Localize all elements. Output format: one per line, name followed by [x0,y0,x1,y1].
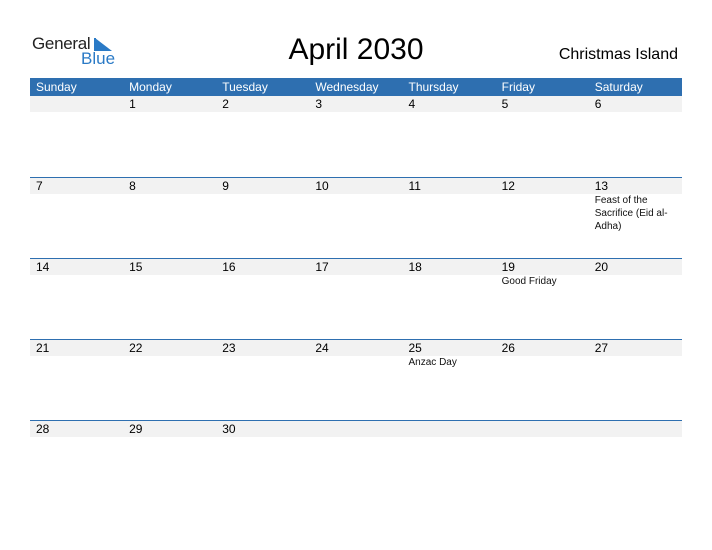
region-label: Christmas Island [558,46,678,63]
day-number: 28 [36,422,50,436]
weekday-friday: Friday [501,80,535,94]
day-number: 6 [594,97,602,111]
holiday-event: Good Friday [501,276,557,287]
week-row: 7 8 9 10 11 12 13 Feast of the Sacrifice (Eid a… [30,177,682,258]
day-number: 16 [222,260,236,274]
weekday-sunday: Sunday [36,80,77,94]
day-number: 13 [594,179,609,193]
holiday-event [309,194,402,233]
day-number: 18 [408,260,422,274]
holiday-event: Anzac Day [408,357,457,368]
week-row: 28 29 30 [30,420,682,501]
date-strip: 14 15 16 17 18 19 20 [30,259,682,275]
holiday-event [496,356,589,369]
weekday-monday: Monday [129,80,172,94]
holiday-event [30,194,123,233]
weekday-thursday: Thursday [408,80,459,94]
day-number: 10 [315,179,329,193]
holiday-event [403,194,496,233]
day-number: 15 [129,260,143,274]
day-number [309,421,402,437]
day-number: 20 [594,260,609,274]
weekday-wednesday: Wednesday [315,80,379,94]
day-number: 26 [501,341,515,355]
day-number [30,96,123,112]
holiday-event [309,275,402,288]
events-row: Anzac Day [30,356,682,369]
date-strip: 7 8 9 10 11 12 13 [30,178,682,194]
holiday-event [30,356,123,369]
holiday-event [216,194,309,233]
day-number: 3 [315,97,323,111]
holiday-event [216,275,309,288]
day-number: 1 [129,97,136,111]
day-number: 9 [222,179,229,193]
date-strip: 21 22 23 24 25 26 27 [30,340,682,356]
week-row: 1 2 3 4 5 6 [30,96,682,177]
day-number: 5 [501,97,509,111]
day-number: 12 [501,179,515,193]
holiday-event [403,275,496,288]
weekday-saturday: Saturday [594,80,643,94]
day-number: 7 [36,179,43,193]
holiday-event [123,275,216,288]
week-row: 14 15 16 17 18 19 20 Good Friday [30,258,682,339]
day-number: 30 [222,422,236,436]
week-row: 21 22 23 24 25 26 27 Anzac Day [30,339,682,420]
day-number: 17 [315,260,329,274]
day-number: 4 [408,97,416,111]
day-number: 25 [408,341,422,355]
events-row: Good Friday [30,275,682,288]
holiday-event [123,356,216,369]
calendar-grid: Sunday Monday Tuesday Wednesday Thursday… [30,78,682,501]
holiday-event [123,194,216,233]
day-number: 14 [36,260,50,274]
day-number: 22 [129,341,143,355]
holiday-event [589,356,682,369]
weekday-tuesday: Tuesday [222,80,268,94]
day-number: 21 [36,341,50,355]
day-number: 29 [129,422,143,436]
day-number [403,421,496,437]
holiday-event: Feast of the Sacrifice (Eid al-Adha) [594,195,668,232]
day-number [496,421,589,437]
day-number: 24 [315,341,329,355]
date-strip: 28 29 30 [30,421,682,437]
holiday-event [216,356,309,369]
weekday-header: Sunday Monday Tuesday Wednesday Thursday… [30,78,682,96]
day-number: 11 [408,179,421,193]
day-number: 19 [501,260,515,274]
holiday-event [30,275,123,288]
holiday-event [589,275,682,288]
day-number: 2 [222,97,229,111]
events-row: Feast of the Sacrifice (Eid al-Adha) [30,194,682,233]
day-number [589,421,682,437]
holiday-event [496,194,589,233]
day-number: 23 [222,341,236,355]
day-number: 8 [129,179,136,193]
day-number: 27 [594,341,609,355]
holiday-event [309,356,402,369]
date-strip: 1 2 3 4 5 6 [30,96,682,112]
